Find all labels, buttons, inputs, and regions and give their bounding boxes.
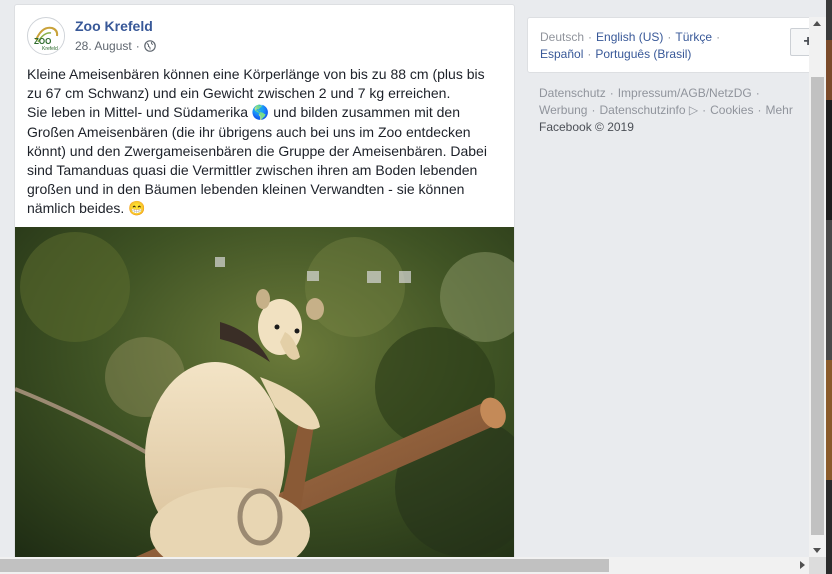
lang-portugues[interactable]: Português (Brasil) [595, 47, 691, 61]
lang-separator: · [667, 30, 672, 44]
vertical-scrollbar[interactable] [809, 17, 826, 557]
lang-separator: · [587, 47, 592, 61]
footer-copyright: Facebook © 2019 [539, 120, 634, 134]
scroll-down-arrow-icon[interactable] [813, 548, 821, 553]
footer-link-datenschutz[interactable]: Datenschutz [539, 86, 606, 100]
language-card: Deutsch · English (US) · Türkçe · Español · Por… [527, 17, 827, 73]
post-text: Kleine Ameisenbären können eine Körperlä… [27, 65, 502, 219]
lang-turkce[interactable]: Türkçe [675, 30, 712, 44]
svg-text:Krefeld: Krefeld [42, 46, 58, 52]
post-paragraph-1: Kleine Ameisenbären können eine Körperlä… [27, 66, 485, 102]
footer-links: Datenschutz · Impressum/AGB/NetzDG · Werbun… [539, 85, 809, 136]
post-meta: 28. August · [75, 39, 156, 53]
footer-separator: · [591, 103, 596, 117]
tamandua-photo-icon [15, 227, 514, 573]
meta-dot: · [135, 39, 140, 53]
lang-espanol[interactable]: Español [540, 47, 583, 61]
page-name-link[interactable]: Zoo Krefeld [75, 18, 153, 34]
language-row-2: Español · Português (Brasil) [540, 46, 691, 63]
post-date[interactable]: 28. August [75, 39, 132, 53]
horizontal-scroll-thumb[interactable] [0, 559, 609, 572]
scroll-up-arrow-icon[interactable] [813, 21, 821, 26]
horizontal-scrollbar[interactable] [0, 557, 826, 574]
footer-separator: · [702, 103, 707, 117]
svg-text:ZOO: ZOO [34, 37, 51, 46]
lang-deutsch: Deutsch [540, 30, 585, 44]
footer-row-2: Werbung · Datenschutzinfo ▷ · Cookies · Mehr [539, 102, 809, 119]
scrollbar-corner [809, 557, 826, 574]
footer-link-werbung[interactable]: Werbung [539, 103, 587, 117]
vertical-scroll-thumb[interactable] [811, 77, 824, 535]
page-avatar[interactable]: ZOO Krefeld [27, 17, 65, 55]
zoo-krefeld-logo-icon: ZOO Krefeld [29, 19, 64, 54]
lang-english[interactable]: English (US) [596, 30, 663, 44]
footer-link-cookies[interactable]: Cookies [710, 103, 753, 117]
post-header: ZOO Krefeld Zoo Krefeld 28. August · [27, 17, 497, 57]
post-paragraph-2: Sie leben in Mittel- und Südamerika 🌎 un… [27, 104, 487, 217]
footer-separator: · [757, 103, 762, 117]
lang-separator: · [588, 30, 593, 44]
footer-link-mehr[interactable]: Mehr [765, 103, 792, 117]
language-row-1: Deutsch · English (US) · Türkçe · [540, 29, 724, 46]
footer-row-1: Datenschutz · Impressum/AGB/NetzDG · [539, 85, 809, 102]
post-photo[interactable] [15, 227, 514, 573]
footer-separator: · [755, 86, 760, 100]
footer-separator: · [609, 86, 614, 100]
footer-link-impressum[interactable]: Impressum/AGB/NetzDG [618, 86, 752, 100]
globe-icon[interactable] [143, 40, 156, 52]
scroll-right-arrow-icon[interactable] [800, 561, 805, 569]
lang-separator: · [716, 30, 721, 44]
window-edge [826, 0, 832, 574]
post-card: ZOO Krefeld Zoo Krefeld 28. August · Kle… [14, 4, 515, 574]
footer-link-datenschutzinfo[interactable]: Datenschutzinfo ▷ [599, 103, 698, 117]
